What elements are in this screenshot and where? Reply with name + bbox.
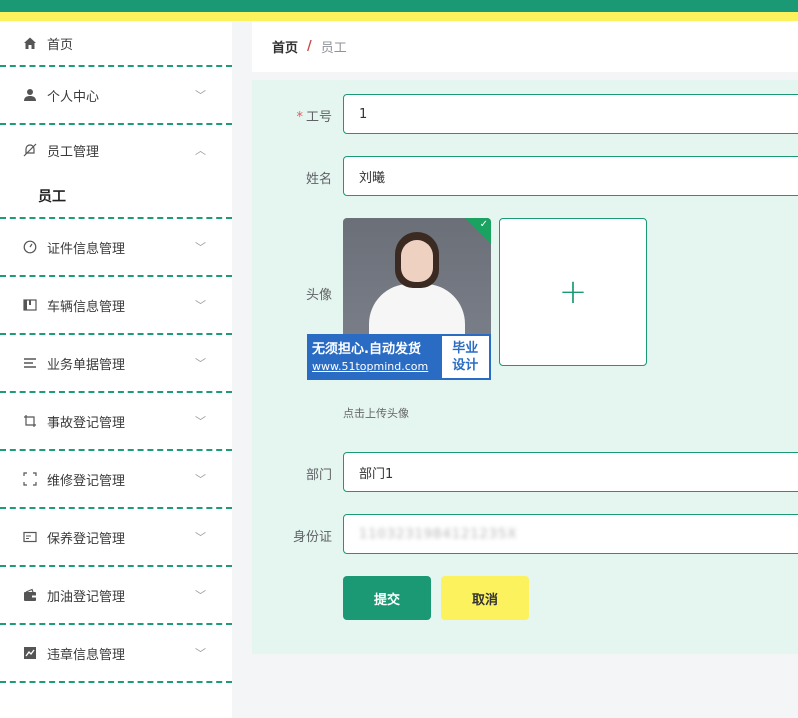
chevron-down-icon: ﹀ [195, 357, 206, 370]
chevron-down-icon: ﹀ [195, 299, 206, 312]
sidebar-item-label: 保养登记管理 [47, 531, 126, 547]
watermark-tag: 毕业 设计 [441, 336, 489, 378]
avatar-upload-button[interactable]: + [499, 218, 647, 366]
bell-off-icon [22, 142, 38, 158]
home-icon [22, 35, 38, 51]
sidebar-item-employee-management[interactable]: 员工管理 ︿ [0, 125, 232, 175]
name-label: 姓名 [305, 172, 332, 187]
id-card-value: 1103231984121235X [359, 526, 518, 542]
gauge-icon [22, 239, 38, 255]
card-icon [22, 529, 38, 545]
book-icon [22, 297, 38, 313]
department-label: 部门 [305, 468, 332, 483]
watermark-line2: www.51topmind.com [312, 360, 429, 373]
main-content: 首页 / 员工 * 工号 1 姓名 刘曦 头像 ✓ 无须担心.自动发货 www.… [232, 21, 798, 718]
sidebar-item-violation-management[interactable]: 违章信息管理 ﹀ [0, 625, 232, 683]
chevron-down-icon: ﹀ [195, 647, 206, 660]
sidebar-item-label: 员工管理 [47, 144, 100, 160]
sidebar-item-home[interactable]: 首页 [0, 21, 232, 67]
sidebar-item-certificate-management[interactable]: 证件信息管理 ﹀ [0, 219, 232, 277]
crop-icon [22, 413, 38, 429]
submit-button[interactable]: 提交 [343, 576, 431, 620]
sidebar-item-fuel-registration[interactable]: 加油登记管理 ﹀ [0, 567, 232, 625]
form-row-avatar: 头像 ✓ 无须担心.自动发货 www.51topmind.com 毕业 设计 +… [252, 218, 798, 420]
wallet-icon [22, 587, 38, 603]
header-yellow-strip [0, 12, 798, 21]
watermark-holder: 无须担心.自动发货 www.51topmind.com 毕业 设计 [307, 218, 491, 382]
sidebar-item-label: 证件信息管理 [47, 241, 126, 257]
chart-icon [22, 645, 38, 661]
sidebar-item-label: 首页 [47, 37, 74, 53]
avatar-label: 头像 [305, 288, 332, 303]
id-card-label: 身份证 [292, 530, 332, 545]
id-card-input[interactable]: 1103231984121235X [343, 514, 798, 554]
sidebar-item-label: 业务单据管理 [47, 357, 126, 373]
sidebar: 首页 个人中心 ﹀ 员工管理 ︿ 员工 证件信息管理 ﹀ 车辆信息管理 ﹀ 业务… [0, 21, 232, 718]
sidebar-item-accident-registration[interactable]: 事故登记管理 ﹀ [0, 393, 232, 451]
breadcrumb-current: 员工 [320, 41, 347, 56]
cancel-button[interactable]: 取消 [441, 576, 529, 620]
sidebar-item-personal-center[interactable]: 个人中心 ﹀ [0, 67, 232, 125]
employee-no-label: * 工号 [296, 110, 332, 125]
sidebar-item-label: 违章信息管理 [47, 647, 126, 663]
form-row-name: 姓名 刘曦 [252, 156, 798, 196]
chevron-down-icon: ﹀ [195, 415, 206, 428]
watermark-line1: 无须担心.自动发货 [312, 342, 421, 357]
list-icon [22, 355, 38, 371]
chevron-down-icon: ﹀ [195, 473, 206, 486]
sidebar-subitem-label: 员工 [38, 189, 66, 205]
employee-no-input[interactable]: 1 [343, 94, 798, 134]
form-row-employee-no: * 工号 1 [252, 94, 798, 134]
watermark-banner: 无须担心.自动发货 www.51topmind.com 毕业 设计 [307, 334, 491, 380]
sidebar-item-label: 车辆信息管理 [47, 299, 126, 315]
user-icon [22, 87, 38, 103]
chevron-down-icon: ﹀ [195, 241, 206, 254]
sidebar-item-business-documents[interactable]: 业务单据管理 ﹀ [0, 335, 232, 393]
chevron-up-icon: ︿ [195, 144, 206, 157]
sidebar-item-label: 事故登记管理 [47, 415, 126, 431]
sidebar-item-label: 维修登记管理 [47, 473, 126, 489]
avatar-upload-hint: 点击上传头像 [343, 407, 409, 420]
department-input[interactable]: 部门1 [343, 452, 798, 492]
form-actions: 提交 取消 [252, 576, 798, 620]
breadcrumb: 首页 / 员工 [252, 21, 798, 72]
sidebar-item-label: 加油登记管理 [47, 589, 126, 605]
name-input[interactable]: 刘曦 [343, 156, 798, 196]
sidebar-item-maintenance-registration[interactable]: 保养登记管理 ﹀ [0, 509, 232, 567]
chevron-down-icon: ﹀ [195, 531, 206, 544]
chevron-down-icon: ﹀ [195, 589, 206, 602]
breadcrumb-separator: / [307, 39, 312, 54]
sidebar-item-repair-registration[interactable]: 维修登记管理 ﹀ [0, 451, 232, 509]
top-header-bar [0, 0, 798, 21]
form-row-id-card: 身份证 1103231984121235X [252, 514, 798, 554]
employee-form: * 工号 1 姓名 刘曦 头像 ✓ 无须担心.自动发货 www.51topmind… [252, 80, 798, 654]
required-mark: * [296, 110, 303, 125]
sidebar-item-label: 个人中心 [47, 89, 100, 105]
sidebar-subitem-employee[interactable]: 员工 [0, 175, 232, 219]
breadcrumb-home[interactable]: 首页 [272, 37, 298, 56]
sidebar-item-vehicle-management[interactable]: 车辆信息管理 ﹀ [0, 277, 232, 335]
form-row-department: 部门 部门1 [252, 452, 798, 492]
chevron-down-icon: ﹀ [195, 89, 206, 102]
header-green-strip [0, 0, 798, 12]
frame-icon [22, 471, 38, 487]
